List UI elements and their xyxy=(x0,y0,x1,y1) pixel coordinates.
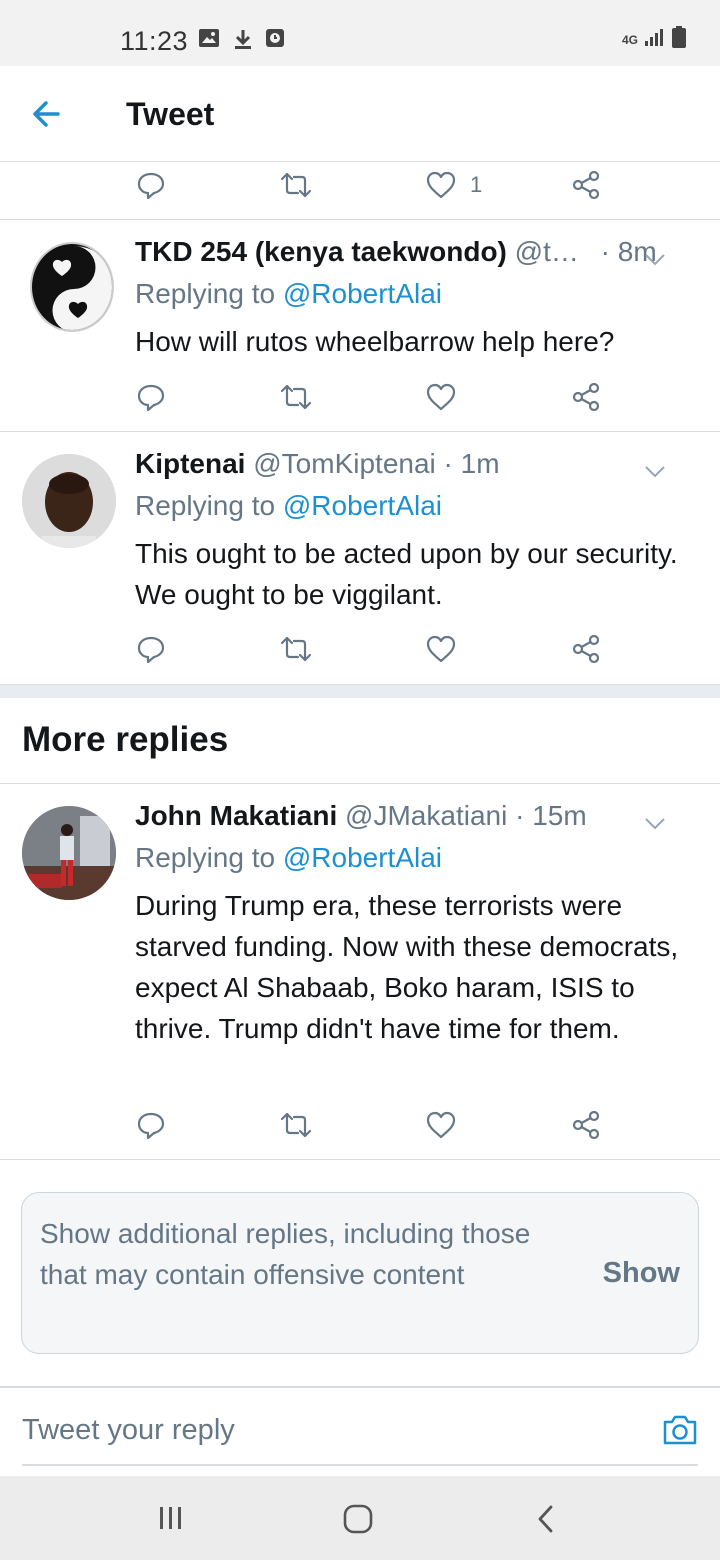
system-nav-bar xyxy=(0,1476,720,1560)
display-name[interactable]: TKD 254 (kenya taekwondo) xyxy=(135,236,507,267)
display-name[interactable]: John Makatiani xyxy=(135,800,337,831)
replying-to: Replying to @RobertAlai xyxy=(135,278,442,310)
chevron-down-icon[interactable] xyxy=(644,806,666,838)
home-icon[interactable] xyxy=(342,1504,374,1539)
more-replies-heading: More replies xyxy=(22,720,229,759)
reply-tweet[interactable]: Kiptenai @TomKiptenai · 1m Replying to @… xyxy=(0,432,720,684)
additional-replies-text: Show additional replies, including those… xyxy=(40,1218,531,1290)
timestamp: · 1m xyxy=(443,448,500,479)
back-icon[interactable] xyxy=(534,1504,558,1539)
status-indicators: 4G xyxy=(622,26,686,53)
share-button[interactable] xyxy=(572,1100,602,1150)
retweet-button[interactable] xyxy=(280,160,312,210)
reply-icon xyxy=(137,1112,165,1140)
recent-apps-icon[interactable] xyxy=(157,1504,185,1537)
like-button[interactable] xyxy=(426,1100,456,1150)
share-button[interactable] xyxy=(572,372,602,422)
retweet-icon xyxy=(280,172,312,198)
signal-icon xyxy=(644,27,666,52)
like-button[interactable] xyxy=(426,372,456,422)
replying-to: Replying to @RobertAlai xyxy=(135,490,442,522)
heart-icon xyxy=(426,635,456,663)
tweet-text: How will rutos wheelbarrow help here? xyxy=(135,326,615,357)
reply-button[interactable] xyxy=(136,372,166,422)
tweet-header: TKD 254 (kenya taekwondo) @t… · 8m xyxy=(135,236,690,276)
divider xyxy=(0,1159,720,1160)
tweet-text: During Trump era, these terrorists were … xyxy=(135,890,679,1044)
like-button[interactable]: 1 xyxy=(426,160,482,210)
network-type: 4G xyxy=(621,32,638,47)
handle[interactable]: @TomKiptenai xyxy=(253,448,436,479)
avatar[interactable] xyxy=(30,242,114,332)
share-icon xyxy=(572,382,600,412)
share-icon xyxy=(572,634,600,664)
gallery-icon xyxy=(198,28,220,53)
status-bar: 11:23 4G xyxy=(0,0,720,66)
chevron-down-icon[interactable] xyxy=(644,242,666,274)
alarm-icon xyxy=(265,28,285,53)
tweet-header: John Makatiani @JMakatiani · 15m xyxy=(135,800,690,840)
retweet-button[interactable] xyxy=(280,372,312,422)
mention-link[interactable]: @RobertAlai xyxy=(283,490,442,521)
share-button[interactable] xyxy=(572,624,602,674)
reply-tweet[interactable]: John Makatiani @JMakatiani · 15m Replyin… xyxy=(0,784,720,1159)
retweet-icon xyxy=(280,384,312,410)
retweet-button[interactable] xyxy=(280,624,312,674)
tweet-header: Kiptenai @TomKiptenai · 1m xyxy=(135,448,690,488)
heart-icon xyxy=(426,1111,456,1139)
battery-icon xyxy=(672,26,686,53)
reply-tweet[interactable]: TKD 254 (kenya taekwondo) @t… · 8m Reply… xyxy=(0,220,720,432)
show-button[interactable]: Show xyxy=(603,1257,680,1290)
handle[interactable]: @t… xyxy=(515,236,579,267)
heart-icon xyxy=(426,383,456,411)
like-count: 1 xyxy=(470,172,483,197)
share-button[interactable] xyxy=(572,160,602,210)
display-name[interactable]: Kiptenai xyxy=(135,448,245,479)
tweet-actions xyxy=(0,1100,720,1150)
retweet-icon xyxy=(280,636,312,662)
retweet-button[interactable] xyxy=(280,1100,312,1150)
page-title: Tweet xyxy=(126,96,215,132)
handle[interactable]: @JMakatiani xyxy=(345,800,507,831)
download-icon xyxy=(233,28,253,55)
additional-replies-card: Show additional replies, including those… xyxy=(21,1192,699,1354)
like-button[interactable] xyxy=(426,624,456,674)
reply-composer: Tweet your reply xyxy=(0,1386,720,1476)
status-time: 11:23 xyxy=(120,26,189,56)
reply-input[interactable]: Tweet your reply xyxy=(22,1414,235,1447)
camera-icon[interactable] xyxy=(662,1414,698,1451)
replying-to: Replying to @RobertAlai xyxy=(135,842,442,874)
replying-label: Replying to xyxy=(135,278,283,309)
tweet-actions xyxy=(0,624,720,674)
section-separator xyxy=(0,684,720,698)
avatar[interactable] xyxy=(22,454,116,548)
reply-icon xyxy=(137,172,165,200)
back-arrow-icon[interactable] xyxy=(28,94,72,134)
reply-icon xyxy=(137,636,165,664)
reply-icon xyxy=(137,384,165,412)
reply-button[interactable] xyxy=(136,160,166,210)
main-tweet-actions: 1 xyxy=(0,160,720,210)
replying-label: Replying to xyxy=(135,490,283,521)
heart-icon xyxy=(426,171,456,199)
tweet-actions xyxy=(0,372,720,422)
reply-button[interactable] xyxy=(136,624,166,674)
timestamp: · 15m xyxy=(515,800,587,831)
avatar[interactable] xyxy=(22,806,116,900)
mention-link[interactable]: @RobertAlai xyxy=(283,842,442,873)
mention-link[interactable]: @RobertAlai xyxy=(283,278,442,309)
retweet-icon xyxy=(280,1112,312,1138)
share-icon xyxy=(572,170,600,200)
app-header: Tweet xyxy=(0,66,720,162)
chevron-down-icon[interactable] xyxy=(644,454,666,486)
replying-label: Replying to xyxy=(135,842,283,873)
input-underline xyxy=(22,1464,698,1466)
tweet-text: This ought to be acted upon by our secur… xyxy=(135,538,678,610)
share-icon xyxy=(572,1110,600,1140)
reply-button[interactable] xyxy=(136,1100,166,1150)
